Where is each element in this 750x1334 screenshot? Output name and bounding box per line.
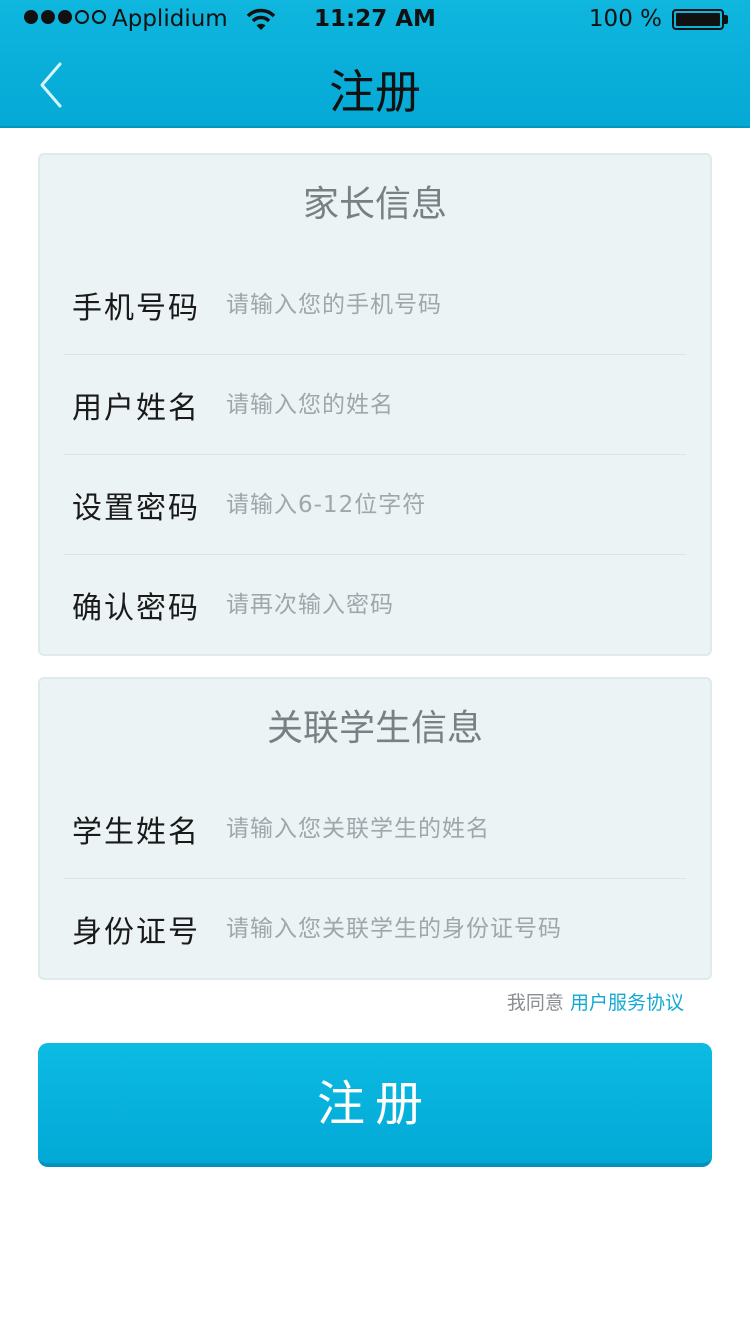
username-input[interactable]	[226, 381, 686, 429]
agreement-text: 我同意 用户服务协议	[507, 988, 684, 1015]
confirm-password-label: 确认密码	[72, 591, 200, 626]
battery-tip	[724, 15, 728, 24]
username-row[interactable]: 用户姓名	[64, 355, 686, 455]
student-info-card: 关联学生信息 学生姓名 身份证号	[38, 677, 712, 980]
confirm-password-row[interactable]: 确认密码	[64, 555, 686, 655]
student-info-title: 关联学生信息	[266, 708, 483, 749]
confirm-password-input[interactable]	[226, 581, 686, 629]
page-title: 注册	[329, 65, 421, 119]
register-button[interactable]: 注册	[38, 1043, 712, 1167]
username-label: 用户姓名	[72, 391, 200, 426]
battery-icon	[672, 9, 724, 30]
status-bar: Applidium 11:27 AM 100 %	[0, 0, 750, 40]
phone-input[interactable]	[226, 281, 686, 329]
battery-percent: 100 %	[588, 6, 662, 32]
parent-info-title: 家长信息	[302, 184, 447, 225]
parent-info-card: 家长信息 手机号码 用户姓名 设置密码 确认密码	[38, 153, 712, 656]
id-number-input[interactable]	[226, 905, 686, 953]
student-name-label: 学生姓名	[72, 815, 200, 850]
agreement-prefix: 我同意	[506, 992, 564, 1014]
user-agreement-link[interactable]: 用户服务协议	[570, 992, 684, 1014]
password-label: 设置密码	[72, 491, 200, 526]
phone-label: 手机号码	[72, 291, 200, 326]
password-row[interactable]: 设置密码	[64, 455, 686, 555]
phone-row[interactable]: 手机号码	[64, 255, 686, 355]
password-input[interactable]	[226, 481, 686, 529]
student-name-row[interactable]: 学生姓名	[64, 779, 686, 879]
header: Applidium 11:27 AM 100 % 注册	[0, 0, 750, 128]
student-name-input[interactable]	[226, 805, 686, 853]
id-number-row[interactable]: 身份证号	[64, 879, 686, 979]
id-number-label: 身份证号	[72, 915, 200, 950]
